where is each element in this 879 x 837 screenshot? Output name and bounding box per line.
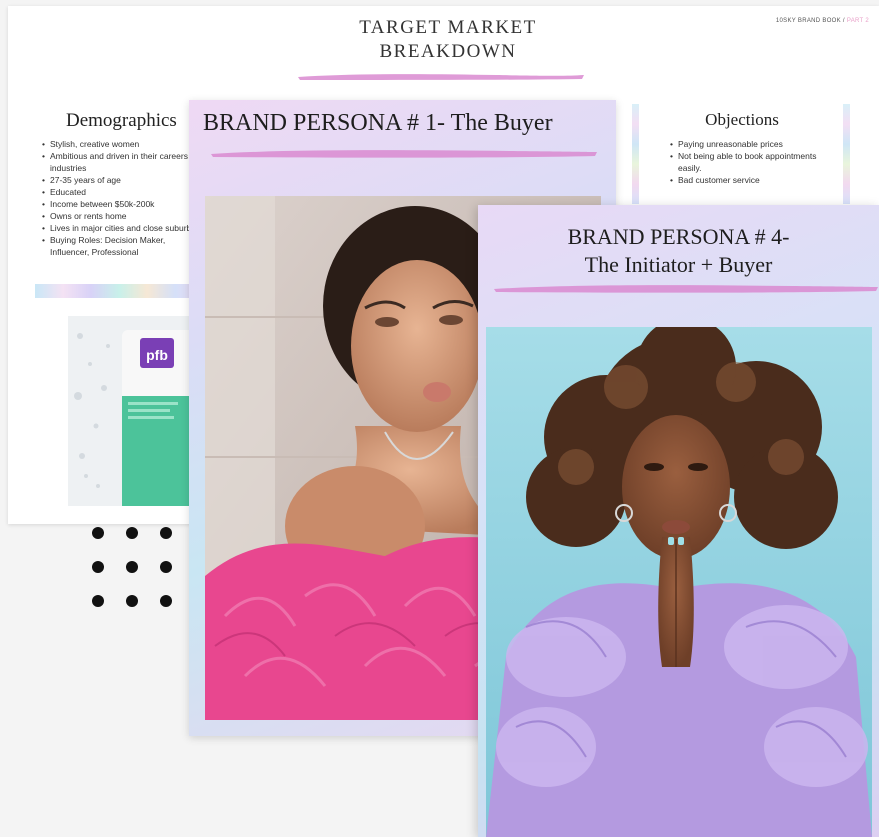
dot	[126, 595, 138, 607]
holographic-strip	[843, 104, 850, 204]
product-photo: pfb	[68, 316, 200, 506]
brush-stroke	[494, 285, 878, 293]
page-title-line-2: BREAKDOWN	[379, 41, 517, 62]
objections-list: Paying unreasonable prices Not being abl…	[670, 138, 840, 186]
page-title-line-1: TARGET MARKET	[359, 17, 537, 38]
dot	[160, 561, 172, 573]
brush-stroke	[298, 74, 584, 80]
dot	[160, 595, 172, 607]
dot	[126, 561, 138, 573]
brand-tag-text: 10SKY BRAND BOOK /	[775, 18, 845, 24]
persona-4-photo	[486, 327, 872, 837]
list-item: Owns or rents home	[42, 210, 202, 222]
list-item: Educated	[42, 186, 202, 198]
objections-heading: Objections	[705, 110, 779, 129]
dot	[126, 527, 138, 539]
list-item: Ambitious and driven in their careers or…	[42, 150, 202, 174]
brand-tag-part: PART 2	[846, 18, 869, 24]
demographics-list: Stylish, creative women Ambitious and dr…	[42, 138, 202, 258]
page-title: TARGET MARKET BREAKDOWN	[298, 16, 598, 64]
list-item: 27-35 years of age	[42, 174, 202, 186]
dot	[92, 561, 104, 573]
brand-book-tag: 10SKY BRAND BOOK / PART 2	[776, 18, 869, 24]
brush-stroke	[211, 150, 597, 158]
list-item: Buying Roles: Decision Maker, Influencer…	[42, 234, 202, 258]
persona-4-title-line-1: BRAND PERSONA # 4-	[567, 224, 790, 249]
dot	[160, 527, 172, 539]
list-item: Income between $50k-200k	[42, 198, 202, 210]
list-item: Not being able to book appointments easi…	[670, 150, 840, 174]
dot	[92, 527, 104, 539]
brand-persona-4-card: BRAND PERSONA # 4- The Initiator + Buyer	[478, 205, 879, 837]
objections-panel: Objections Paying unreasonable prices No…	[632, 104, 850, 212]
list-item: Stylish, creative women	[42, 138, 202, 150]
holographic-strip	[632, 104, 639, 204]
list-item: Paying unreasonable prices	[670, 138, 840, 150]
list-item: Lives in major cities and close suburbs	[42, 222, 202, 234]
persona-4-title: BRAND PERSONA # 4- The Initiator + Buyer	[478, 223, 879, 279]
demographics-heading: Demographics	[66, 110, 177, 131]
list-item: Bad customer service	[670, 174, 840, 186]
persona-4-title-line-2: The Initiator + Buyer	[584, 252, 773, 277]
persona-1-title: BRAND PERSONA # 1- The Buyer	[203, 110, 553, 136]
product-logo: pfb	[146, 347, 168, 363]
dot	[92, 595, 104, 607]
holographic-bar	[35, 284, 203, 298]
